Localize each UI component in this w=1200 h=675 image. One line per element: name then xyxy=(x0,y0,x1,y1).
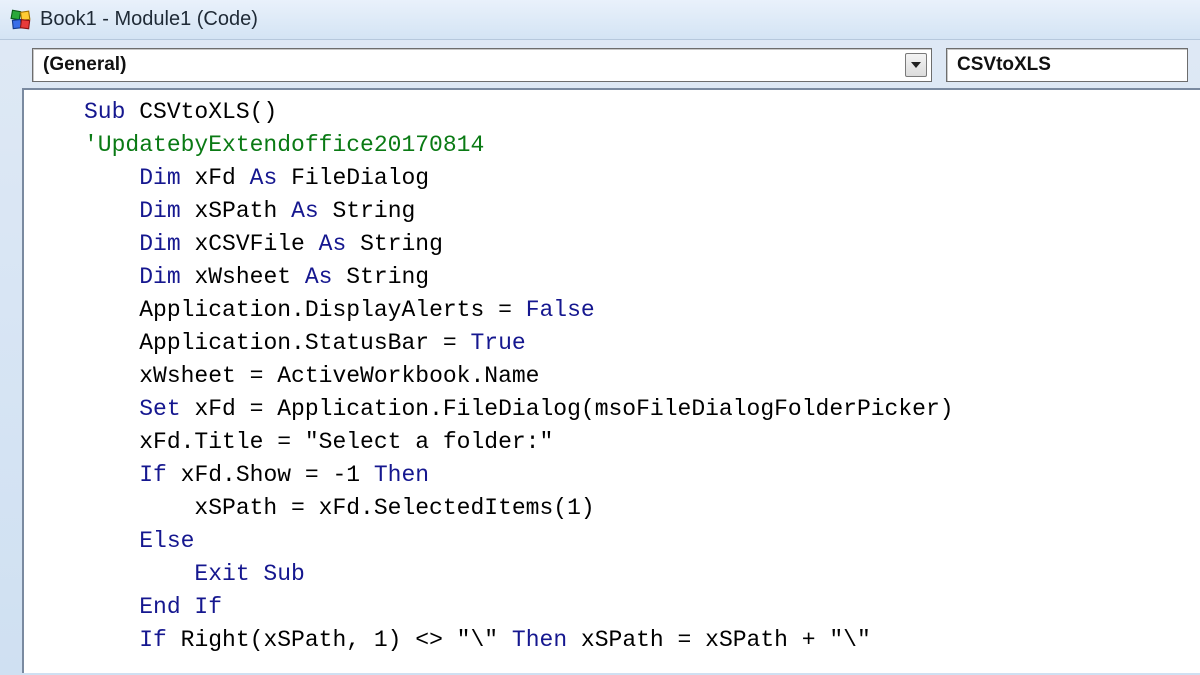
procedure-dropdown[interactable]: CSVtoXLS xyxy=(946,48,1188,82)
dropdown-row: (General) CSVtoXLS xyxy=(0,40,1200,88)
object-dropdown-value: (General) xyxy=(43,54,905,76)
vba-module-icon xyxy=(10,9,32,31)
code-content[interactable]: Sub CSVtoXLS() 'UpdatebyExtendoffice2017… xyxy=(24,90,1200,657)
procedure-dropdown-value: CSVtoXLS xyxy=(957,54,1183,76)
code-pane[interactable]: Sub CSVtoXLS() 'UpdatebyExtendoffice2017… xyxy=(22,88,1200,673)
titlebar: Book1 - Module1 (Code) xyxy=(0,0,1200,40)
window-title: Book1 - Module1 (Code) xyxy=(40,8,258,31)
chevron-down-icon[interactable] xyxy=(905,53,927,77)
object-dropdown[interactable]: (General) xyxy=(32,48,932,82)
